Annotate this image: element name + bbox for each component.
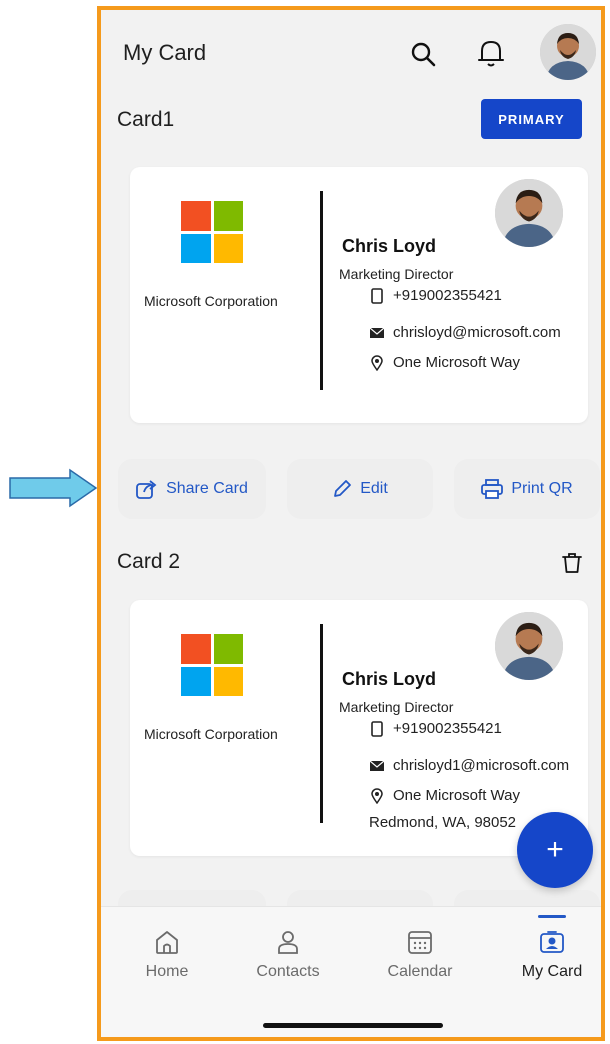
card-divider — [320, 624, 323, 823]
person-name: Chris Loyd — [342, 669, 437, 689]
card-1-title: Card1 — [117, 108, 175, 131]
bottom-navigation: Home Contacts Calendar My Card — [101, 906, 601, 1037]
person-role: Marketing Director — [339, 266, 454, 282]
business-card-2[interactable]: Microsoft Corporation Chris Loyd Marketi… — [130, 600, 588, 856]
pointer-arrow-icon — [9, 468, 98, 508]
share-card-label: Share Card — [166, 480, 248, 497]
mail-icon — [369, 758, 385, 774]
email-address: chrisloyd@microsoft.com — [393, 324, 561, 341]
company-name: Microsoft Corporation — [144, 726, 278, 742]
edit-label: Edit — [360, 480, 388, 497]
microsoft-logo-icon — [181, 201, 243, 263]
nav-calendar[interactable]: Calendar — [370, 929, 470, 981]
microsoft-logo-icon — [181, 634, 243, 696]
address-line-2: Redmond, WA, 98052 — [369, 814, 517, 831]
phone-screen: My Card Card1 PRIMARY Microsoft Corporat… — [97, 6, 605, 1041]
trash-icon[interactable] — [557, 548, 587, 578]
nav-home[interactable]: Home — [117, 929, 217, 981]
card-avatar — [495, 179, 563, 247]
email-row: chrisloyd1@microsoft.com — [369, 757, 569, 774]
phone-icon — [369, 287, 385, 304]
primary-badge: PRIMARY — [481, 99, 582, 139]
address-row: One Microsoft Way — [369, 354, 520, 371]
calendar-icon — [408, 931, 432, 954]
print-qr-label: Print QR — [511, 480, 573, 497]
contacts-icon — [278, 931, 298, 954]
profile-avatar[interactable] — [540, 24, 596, 80]
person-name: Chris Loyd — [342, 236, 437, 256]
print-qr-button[interactable]: Print QR — [454, 459, 600, 519]
home-icon — [156, 931, 178, 954]
nav-home-label: Home — [145, 963, 189, 980]
search-icon[interactable] — [405, 36, 441, 72]
email-row: chrisloyd@microsoft.com — [369, 324, 561, 341]
phone-number: +919002355421 — [393, 720, 502, 737]
active-tab-indicator — [538, 915, 566, 918]
share-card-button[interactable]: Share Card — [118, 459, 266, 519]
business-card-1[interactable]: Microsoft Corporation Chris Loyd Marketi… — [130, 167, 588, 423]
bell-icon[interactable] — [473, 34, 509, 72]
card-avatar — [495, 612, 563, 680]
nav-contacts[interactable]: Contacts — [238, 929, 338, 981]
nav-my-card-label: My Card — [521, 963, 583, 980]
edit-button[interactable]: Edit — [287, 459, 433, 519]
phone-number: +919002355421 — [393, 287, 502, 304]
printer-icon — [481, 479, 504, 499]
company-name: Microsoft Corporation — [144, 293, 278, 309]
phone-icon — [369, 720, 385, 737]
address-line: One Microsoft Way — [393, 787, 520, 804]
location-pin-icon — [369, 354, 385, 371]
pencil-icon — [334, 480, 352, 497]
card-divider — [320, 191, 323, 390]
mail-icon — [369, 325, 385, 341]
home-indicator-bar — [263, 1023, 443, 1028]
location-pin-icon — [369, 787, 385, 804]
email-address: chrisloyd1@microsoft.com — [393, 757, 570, 774]
nav-calendar-label: Calendar — [387, 963, 453, 980]
address-line: One Microsoft Way — [393, 354, 520, 371]
nav-my-card[interactable]: My Card — [502, 929, 601, 981]
my-card-icon — [540, 931, 564, 953]
person-role: Marketing Director — [339, 699, 454, 715]
page-title: My Card — [123, 40, 207, 65]
address-row: One Microsoft Way — [369, 787, 520, 804]
phone-row: +919002355421 — [369, 720, 502, 737]
nav-contacts-label: Contacts — [256, 963, 320, 980]
share-icon — [136, 480, 157, 499]
card-2-title: Card 2 — [117, 550, 181, 573]
add-card-fab-button[interactable]: + — [517, 812, 593, 888]
phone-row: +919002355421 — [369, 287, 502, 304]
